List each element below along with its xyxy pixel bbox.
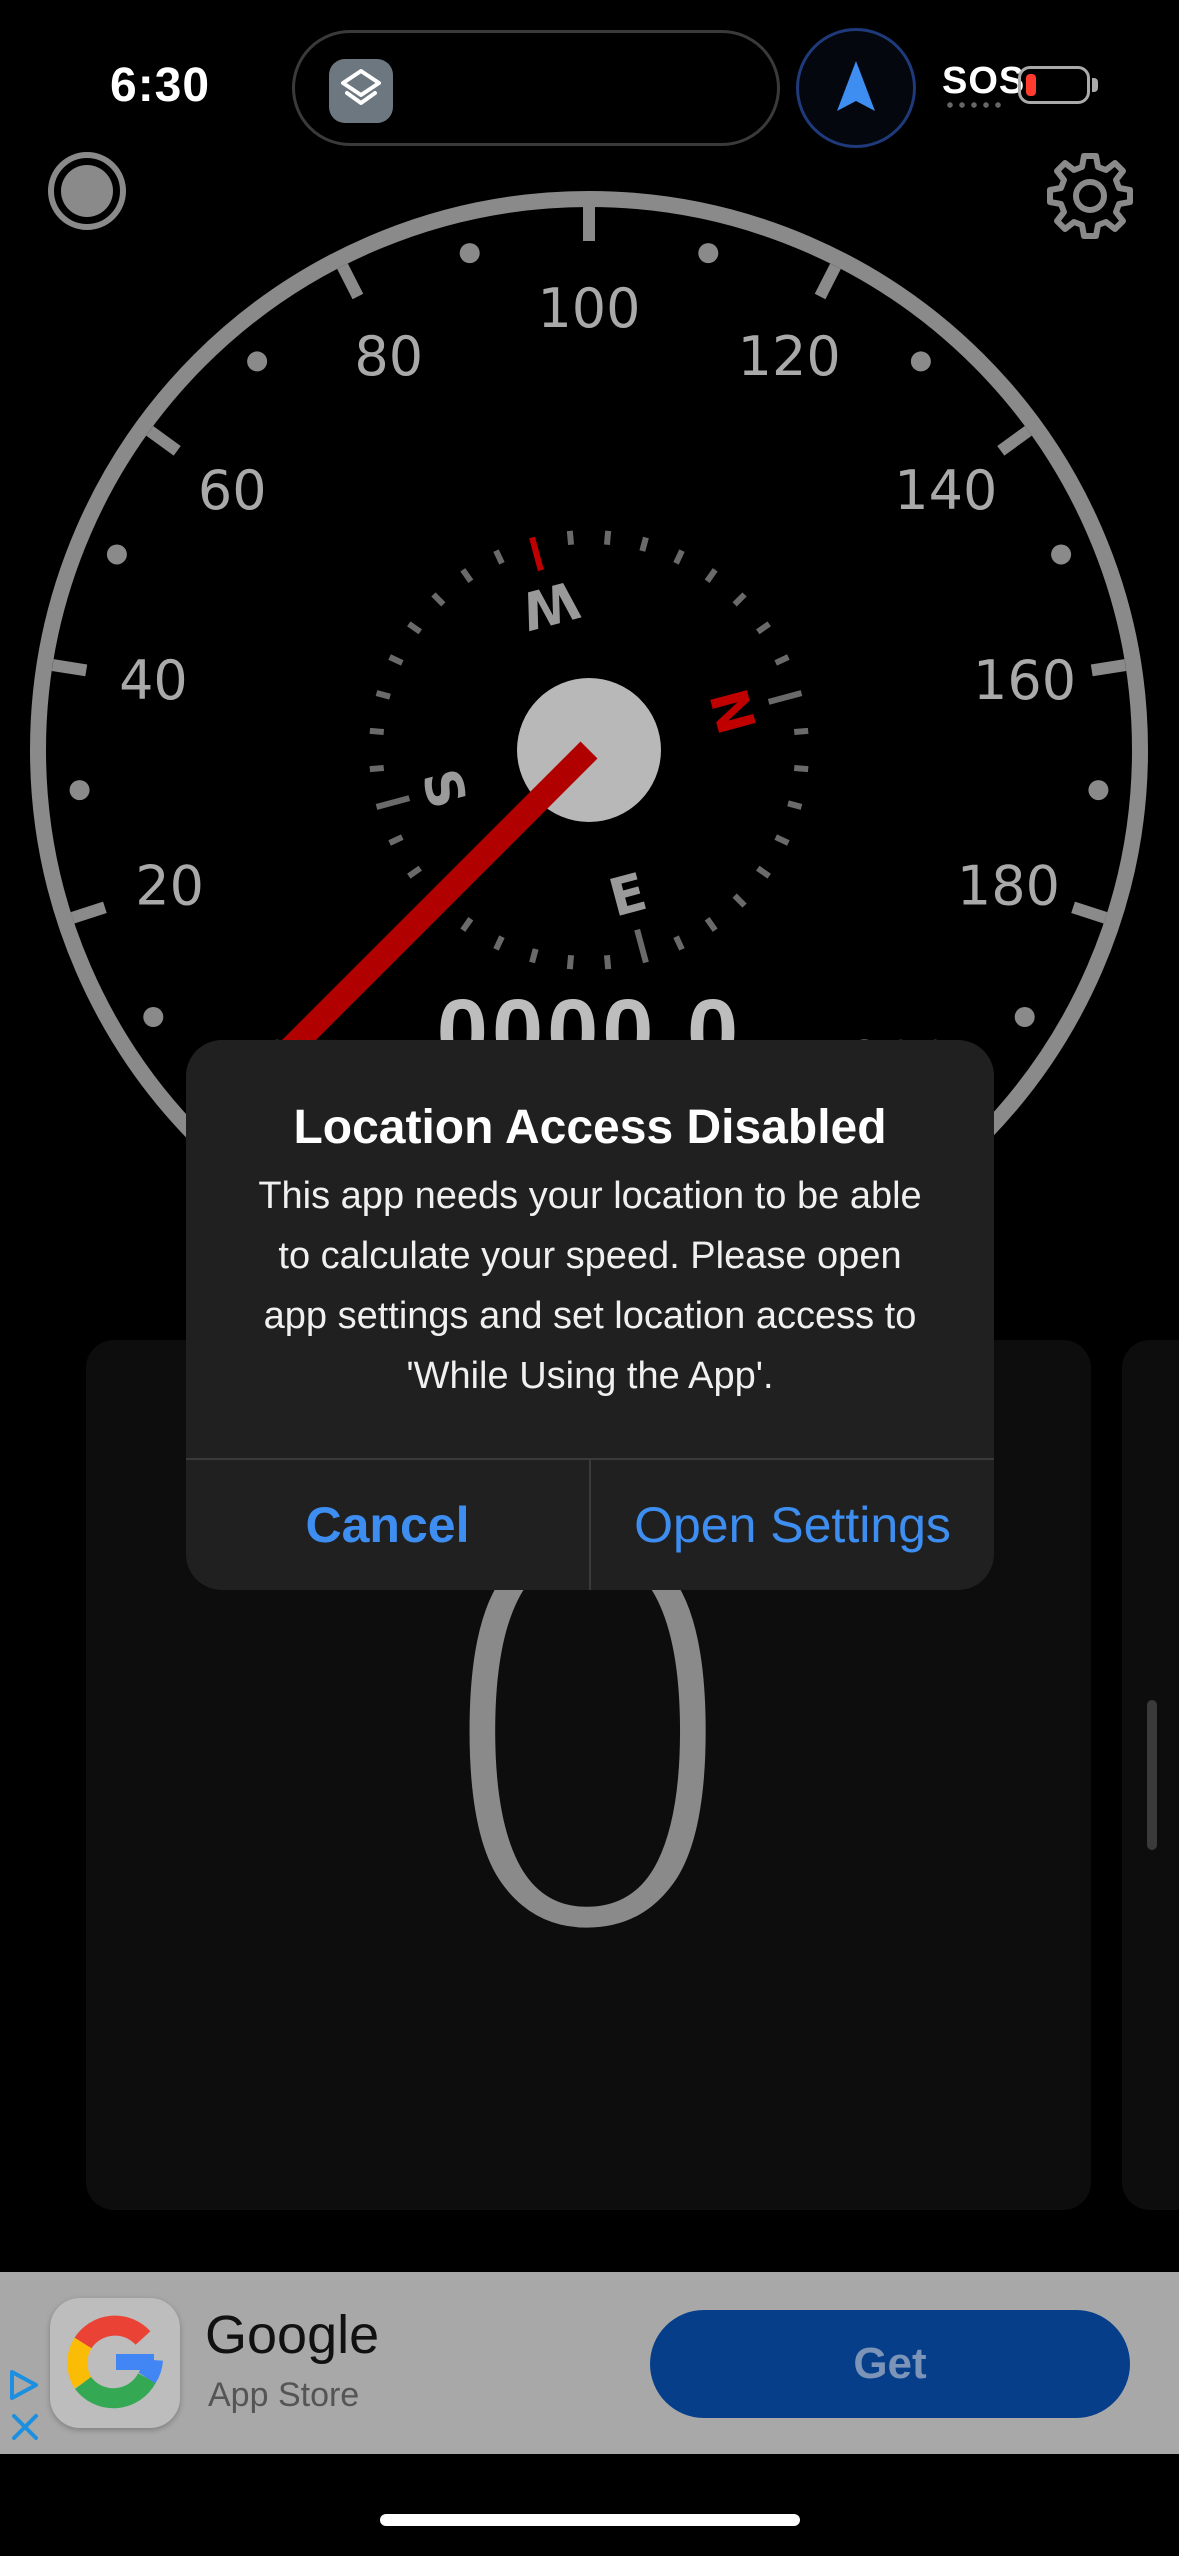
compass-tick: [787, 800, 803, 810]
compass-tick: [493, 935, 505, 951]
compass-east-label: E: [603, 862, 653, 929]
minor-tick-dot: [1088, 780, 1109, 801]
compass-tick: [369, 764, 385, 773]
compass-tick: [529, 536, 544, 572]
minor-tick-dot: [459, 243, 480, 264]
major-tick: [997, 425, 1032, 456]
compass-tick: [774, 834, 790, 846]
compass-tick: [493, 549, 505, 565]
compass-tick: [375, 795, 411, 810]
speed-tick-label: 160: [973, 649, 1076, 712]
minor-tick-dot: [106, 544, 127, 565]
minor-tick-dot: [910, 351, 931, 372]
location-alert-dialog: Location Access Disabled This app needs …: [186, 1040, 994, 1590]
compass-tick: [732, 893, 747, 908]
compass-tick: [460, 917, 474, 932]
compass-tick: [673, 935, 685, 951]
signal-dots: [944, 102, 1004, 108]
compass-tick: [431, 592, 446, 607]
battery-level: [1026, 74, 1036, 96]
compass-tick: [793, 727, 809, 736]
google-logo-icon[interactable]: [50, 2298, 180, 2428]
compass-tick: [375, 690, 391, 700]
ad-get-button[interactable]: Get: [650, 2310, 1130, 2418]
compass-tick: [388, 654, 404, 666]
ad-choices-icon[interactable]: [6, 2368, 40, 2402]
compass-south-label: S: [409, 763, 477, 815]
minor-tick-dot: [1051, 544, 1072, 565]
speed-tick-label: 120: [738, 325, 841, 388]
battery-icon: [1018, 66, 1090, 104]
compass-tick: [704, 568, 718, 583]
speed-tick-label: 60: [198, 459, 267, 522]
minor-tick-dot: [69, 780, 90, 801]
speed-tick-label: 80: [354, 325, 423, 388]
compass-tick: [732, 592, 747, 607]
ad-title: Google: [205, 2305, 380, 2365]
compass-tick: [756, 621, 771, 635]
ad-subtitle: App Store: [208, 2376, 360, 2414]
major-tick: [1090, 659, 1127, 677]
compass-tick: [774, 654, 790, 666]
sos-indicator: SOS: [942, 60, 1026, 102]
ad-close-icon[interactable]: [8, 2410, 42, 2444]
compass-tick: [673, 549, 685, 565]
compass-tick: [566, 530, 575, 546]
location-arrow-icon: [796, 28, 916, 148]
compass-tick: [756, 865, 771, 879]
scroll-indicator[interactable]: [1147, 1700, 1157, 1850]
speed-tick-label: 40: [119, 649, 188, 712]
compass-tick: [460, 568, 474, 583]
dynamic-island[interactable]: [292, 30, 780, 146]
compass-tick: [566, 954, 575, 970]
minor-tick-dot: [247, 351, 268, 372]
major-tick: [51, 659, 88, 677]
speed-tick-label: 20: [135, 854, 204, 917]
ad-banner[interactable]: Google App Store Get: [0, 2272, 1179, 2454]
compass-tick: [603, 530, 612, 546]
speed-tick-label: 140: [894, 459, 997, 522]
alert-title: Location Access Disabled: [293, 1101, 887, 1154]
battery-tip: [1092, 78, 1098, 92]
compass-tick: [634, 928, 649, 964]
major-tick: [146, 425, 181, 456]
compass-tick: [767, 690, 803, 705]
home-indicator[interactable]: [380, 2514, 800, 2526]
cancel-button[interactable]: Cancel: [186, 1460, 589, 1590]
compass-tick: [388, 834, 404, 846]
major-tick: [337, 263, 364, 300]
compass-tick: [369, 727, 385, 736]
compass-tick: [529, 948, 539, 964]
major-tick: [1071, 901, 1108, 924]
odometer: 0000.0: [436, 981, 743, 1040]
major-tick: [814, 263, 841, 300]
compass-tick: [704, 917, 718, 932]
compass-tick: [407, 621, 422, 635]
open-settings-button[interactable]: Open Settings: [591, 1460, 994, 1590]
major-tick: [70, 901, 107, 924]
compass-north-label: N: [700, 682, 769, 740]
compass-tick: [793, 764, 809, 773]
shortcuts-icon: [329, 59, 393, 123]
alert-message: This app needs your location to be able …: [258, 1175, 922, 1397]
status-time: 6:30: [110, 59, 211, 112]
compass-west-label: W: [514, 568, 585, 641]
compass-tick: [639, 536, 649, 552]
speed-tick-label: 180: [957, 854, 1060, 917]
minor-tick-dot: [698, 243, 719, 264]
speed-tick-label: 100: [537, 277, 640, 340]
compass-tick: [407, 865, 422, 879]
compass-tick: [603, 954, 612, 970]
